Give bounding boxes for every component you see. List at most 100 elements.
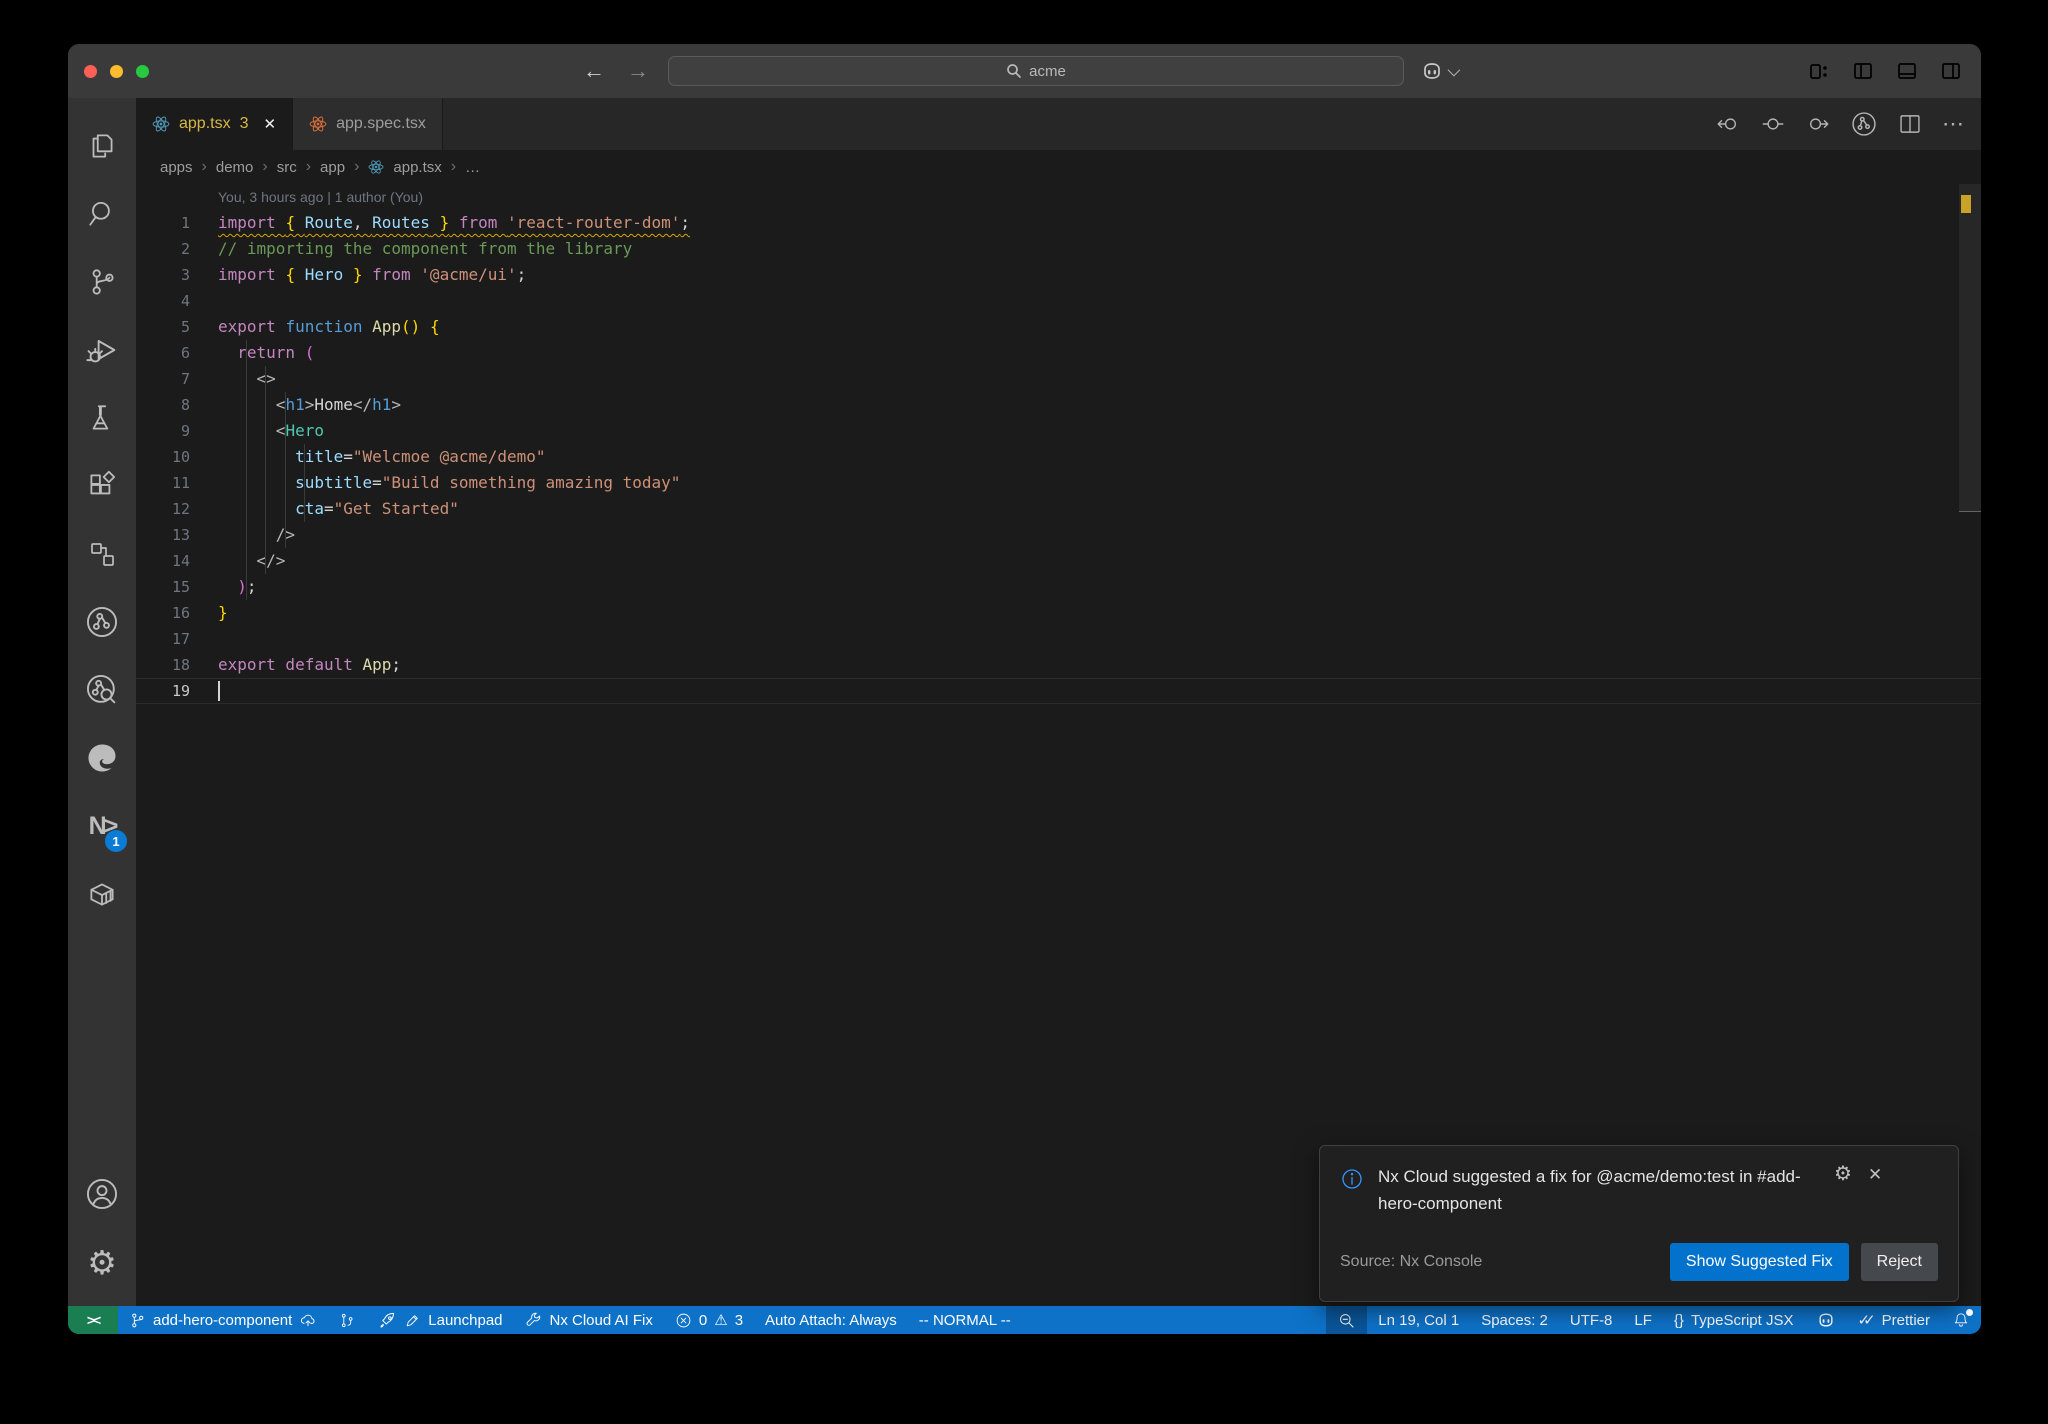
change-node-icon[interactable] bbox=[1760, 111, 1786, 137]
customize-layout-icon[interactable] bbox=[1807, 59, 1831, 83]
settings-gear-icon[interactable]: ⚙ bbox=[68, 1228, 136, 1296]
braces-icon: {} bbox=[1673, 1311, 1684, 1329]
toggle-secondary-sidebar-icon[interactable] bbox=[1939, 59, 1963, 83]
run-debug-icon[interactable] bbox=[68, 316, 136, 384]
navigate-back-icon[interactable]: ← bbox=[583, 60, 605, 82]
source-control-icon[interactable] bbox=[68, 248, 136, 316]
nx-cloud-ai-fix-item[interactable]: Nx Cloud AI Fix bbox=[514, 1306, 664, 1334]
breadcrumb-item[interactable]: app bbox=[320, 159, 345, 176]
line-number: 10 bbox=[171, 448, 190, 466]
code-line[interactable]: 8 <h1>Home</h1> bbox=[136, 392, 1981, 418]
tab-app-tsx[interactable]: app.tsx 3 ✕ bbox=[136, 98, 294, 150]
code-line[interactable]: 14 </> bbox=[136, 548, 1981, 574]
code-line[interactable]: 1 import { Route, Routes } from 'react-ro… bbox=[136, 210, 1981, 236]
nx-project-graph-icon[interactable] bbox=[68, 588, 136, 656]
code-line[interactable]: 18 export default App; bbox=[136, 652, 1981, 678]
code-line[interactable]: 19 bbox=[136, 678, 1981, 704]
vim-mode-item[interactable]: -- NORMAL -- bbox=[908, 1306, 1022, 1334]
warnings-icon: ⚠ bbox=[714, 1312, 728, 1329]
code-line[interactable]: 9 <Hero bbox=[136, 418, 1981, 444]
problems-item[interactable]: 0 ⚠ 3 bbox=[664, 1306, 754, 1334]
git-branch-item[interactable]: add-hero-component bbox=[118, 1306, 328, 1334]
notification-message: Nx Cloud suggested a fix for @acme/demo:… bbox=[1378, 1167, 1801, 1213]
language-mode-item[interactable]: {} TypeScript JSX bbox=[1663, 1306, 1805, 1334]
wrench-icon bbox=[526, 1312, 540, 1326]
cursor-position-item[interactable]: Ln 19, Col 1 bbox=[1367, 1306, 1470, 1334]
maximize-window-button[interactable] bbox=[136, 65, 149, 78]
copilot-menu-button[interactable] bbox=[1420, 57, 1461, 85]
code-line[interactable]: 17 bbox=[136, 626, 1981, 652]
code-line[interactable]: 5 export function App() { bbox=[136, 314, 1981, 340]
code-line[interactable]: 15 ); bbox=[136, 574, 1981, 600]
show-suggested-fix-button[interactable]: Show Suggested Fix bbox=[1669, 1243, 1849, 1281]
next-change-icon[interactable] bbox=[1805, 111, 1831, 137]
line-number: 14 bbox=[171, 552, 190, 570]
breadcrumb-symbol-ellipsis[interactable]: … bbox=[465, 159, 480, 176]
indentation-item[interactable]: Spaces: 2 bbox=[1470, 1306, 1559, 1334]
launchpad-item[interactable]: Launchpad bbox=[367, 1306, 513, 1334]
run-target-icon[interactable] bbox=[1850, 110, 1878, 138]
scrollbar[interactable] bbox=[1959, 184, 1981, 1306]
copilot-status-item[interactable] bbox=[1805, 1306, 1847, 1334]
code-editor[interactable]: You, 3 hours ago | 1 author (You) 1 impor… bbox=[136, 184, 1981, 1306]
line-number: 9 bbox=[180, 422, 190, 440]
breadcrumb-item[interactable]: src bbox=[277, 159, 297, 176]
code-lines: 1 import { Route, Routes } from 'react-ro… bbox=[136, 210, 1981, 704]
notification-settings-icon[interactable]: ⚙ bbox=[1834, 1164, 1852, 1184]
code-line[interactable]: 11 subtitle="Build something amazing tod… bbox=[136, 470, 1981, 496]
account-icon[interactable] bbox=[68, 1160, 136, 1228]
extensions-icon[interactable] bbox=[68, 452, 136, 520]
nx-graph-explorer-icon[interactable] bbox=[68, 656, 136, 724]
command-center-search[interactable]: acme bbox=[668, 56, 1404, 86]
containers-icon[interactable] bbox=[68, 860, 136, 928]
code-line[interactable]: 12 cta="Get Started" bbox=[136, 496, 1981, 522]
line-number: 6 bbox=[180, 344, 190, 362]
toggle-panel-icon[interactable] bbox=[1895, 59, 1919, 83]
auto-attach-item[interactable]: Auto Attach: Always bbox=[754, 1306, 908, 1334]
copilot-icon bbox=[1424, 63, 1440, 79]
remote-indicator[interactable]: >< bbox=[68, 1306, 118, 1334]
nx-console-icon[interactable]: N> 1 bbox=[68, 792, 136, 860]
line-number: 3 bbox=[180, 266, 190, 284]
code-line[interactable]: 6 return ( bbox=[136, 340, 1981, 366]
code-line[interactable]: 2// importing the component from the lib… bbox=[136, 236, 1981, 262]
more-actions-icon[interactable]: ⋯ bbox=[1942, 111, 1965, 137]
code-line[interactable]: 3 import { Hero } from '@acme/ui'; bbox=[136, 262, 1981, 288]
zoom-out-icon bbox=[1340, 1313, 1354, 1328]
code-line[interactable]: 13 /> bbox=[136, 522, 1981, 548]
scrollbar-slider[interactable] bbox=[1959, 184, 1981, 512]
close-window-button[interactable] bbox=[84, 65, 97, 78]
notification-dot bbox=[1966, 1309, 1973, 1316]
edge-browser-icon[interactable] bbox=[68, 724, 136, 792]
code-line[interactable]: 4 bbox=[136, 288, 1981, 314]
eol-item[interactable]: LF bbox=[1623, 1306, 1663, 1334]
testing-icon[interactable] bbox=[68, 384, 136, 452]
references-icon[interactable] bbox=[68, 520, 136, 588]
zoom-indicator-item[interactable] bbox=[1326, 1306, 1368, 1334]
commit-graph-item[interactable] bbox=[328, 1306, 367, 1334]
explorer-icon[interactable] bbox=[68, 112, 136, 180]
breadcrumb-item[interactable]: apps bbox=[160, 159, 193, 176]
code-line[interactable]: 10 title="Welcmoe @acme/demo" bbox=[136, 444, 1981, 470]
notification-close-icon[interactable]: ✕ bbox=[1868, 1166, 1882, 1183]
toggle-primary-sidebar-icon[interactable] bbox=[1851, 59, 1875, 83]
reject-button[interactable]: Reject bbox=[1860, 1243, 1938, 1281]
breadcrumb-item[interactable]: app.tsx bbox=[393, 159, 441, 176]
previous-change-icon[interactable] bbox=[1715, 111, 1741, 137]
code-line[interactable]: 7 <> bbox=[136, 366, 1981, 392]
navigate-forward-icon[interactable]: → bbox=[627, 60, 649, 82]
minimize-window-button[interactable] bbox=[110, 65, 123, 78]
warning-count: 3 bbox=[734, 1311, 744, 1329]
split-editor-icon[interactable] bbox=[1897, 111, 1923, 137]
breadcrumb-item[interactable]: demo bbox=[216, 159, 254, 176]
react-icon bbox=[368, 160, 384, 174]
line-number: 4 bbox=[180, 292, 190, 310]
formatter-item[interactable]: ✓✓ Prettier bbox=[1847, 1306, 1942, 1334]
notifications-item[interactable] bbox=[1941, 1306, 1981, 1334]
encoding-item[interactable]: UTF-8 bbox=[1559, 1306, 1624, 1334]
tab-app-spec-tsx[interactable]: app.spec.tsx bbox=[293, 98, 443, 150]
search-sidebar-icon[interactable] bbox=[68, 180, 136, 248]
line-number: 18 bbox=[171, 656, 190, 674]
close-tab-icon[interactable]: ✕ bbox=[264, 115, 277, 133]
code-line[interactable]: 16} bbox=[136, 600, 1981, 626]
